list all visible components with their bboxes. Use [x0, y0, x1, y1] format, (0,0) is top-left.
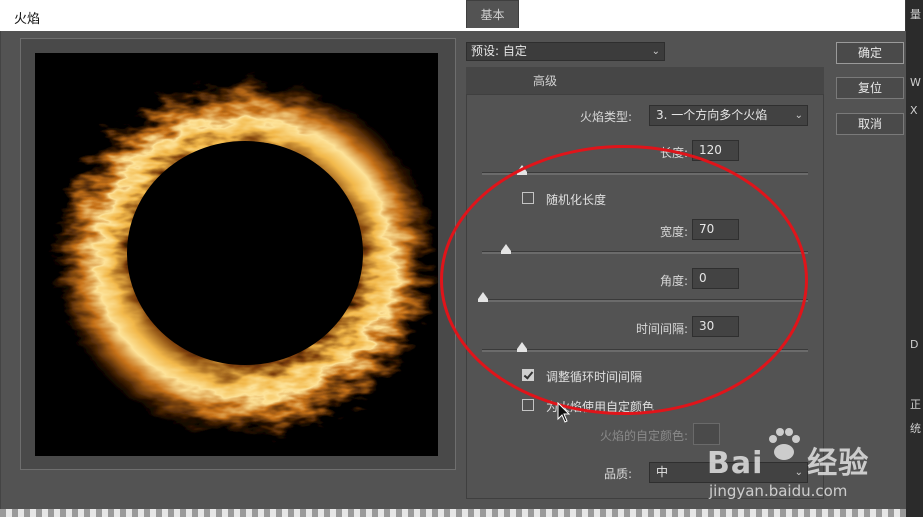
angle-slider-thumb[interactable] [478, 292, 488, 302]
length-label: 长度: [659, 146, 688, 160]
ok-button[interactable]: 确定 [836, 42, 904, 64]
width-slider-thumb[interactable] [500, 244, 511, 254]
strip-text: D [910, 338, 919, 351]
flame-type-value: 3. 一个方向多个火焰 [656, 108, 768, 122]
background-app-strip: 量 W X D 正 统 [906, 0, 923, 517]
chevron-down-icon: ⌄ [794, 467, 803, 478]
chevron-down-icon: ⌄ [794, 110, 803, 121]
angle-label: 角度: [659, 274, 688, 288]
angle-slider[interactable] [478, 292, 808, 302]
preset-label: 预设: [471, 44, 500, 58]
quality-value: 中 [656, 465, 669, 479]
mouse-cursor-icon [557, 402, 571, 423]
window-title: 火焰 [14, 12, 41, 27]
width-label: 宽度: [659, 225, 688, 239]
custom-color-checkbox[interactable] [522, 399, 534, 411]
preset-dropdown[interactable]: 预设: 自定 ⌄ [466, 42, 665, 61]
length-slider-thumb[interactable] [517, 165, 528, 175]
angle-input[interactable]: 0 [692, 268, 739, 289]
reset-button[interactable]: 复位 [836, 77, 904, 99]
interval-label: 时间间隔: [635, 322, 688, 336]
flame-type-dropdown[interactable]: 3. 一个方向多个火焰 ⌄ [649, 105, 808, 126]
strip-text: X [910, 104, 918, 117]
flame-ring-image [35, 53, 438, 456]
quality-dropdown[interactable]: 中 ⌄ [649, 462, 808, 483]
randomize-length-checkbox[interactable] [522, 192, 534, 204]
length-slider[interactable] [482, 165, 808, 175]
strip-text: 统 [910, 422, 921, 435]
strip-text: W [910, 76, 921, 89]
length-input[interactable]: 120 [692, 140, 739, 161]
flame-type-label: 火焰类型: [579, 110, 632, 124]
cancel-button[interactable]: 取消 [836, 113, 904, 135]
custom-color-value-label: 火焰的自定颜色: [599, 429, 688, 443]
strip-text: 正 [910, 398, 921, 411]
tab-advanced[interactable]: 高级 [519, 67, 571, 95]
adjust-loop-checkbox[interactable] [522, 369, 534, 381]
randomize-length-label: 随机化长度 [546, 193, 607, 207]
quality-label: 品质: [603, 467, 632, 481]
chevron-down-icon: ⌄ [651, 46, 660, 57]
adjust-loop-label: 调整循环时间间隔 [546, 370, 643, 384]
interval-slider-thumb[interactable] [517, 342, 528, 352]
canvas-transparency [0, 509, 906, 517]
strip-text: 量 [910, 8, 921, 21]
custom-color-swatch[interactable] [693, 423, 720, 445]
flame-preview[interactable] [35, 53, 438, 456]
preset-value: 自定 [502, 44, 527, 58]
width-slider[interactable] [482, 244, 808, 254]
tab-advanced-label: 高级 [532, 74, 557, 88]
tab-basic[interactable]: 基本 [466, 0, 519, 28]
interval-slider[interactable] [482, 342, 808, 352]
width-input[interactable]: 70 [692, 219, 739, 240]
tab-basic-label: 基本 [480, 8, 505, 22]
interval-input[interactable]: 30 [692, 316, 739, 337]
title-bar: 火焰 [0, 0, 905, 32]
